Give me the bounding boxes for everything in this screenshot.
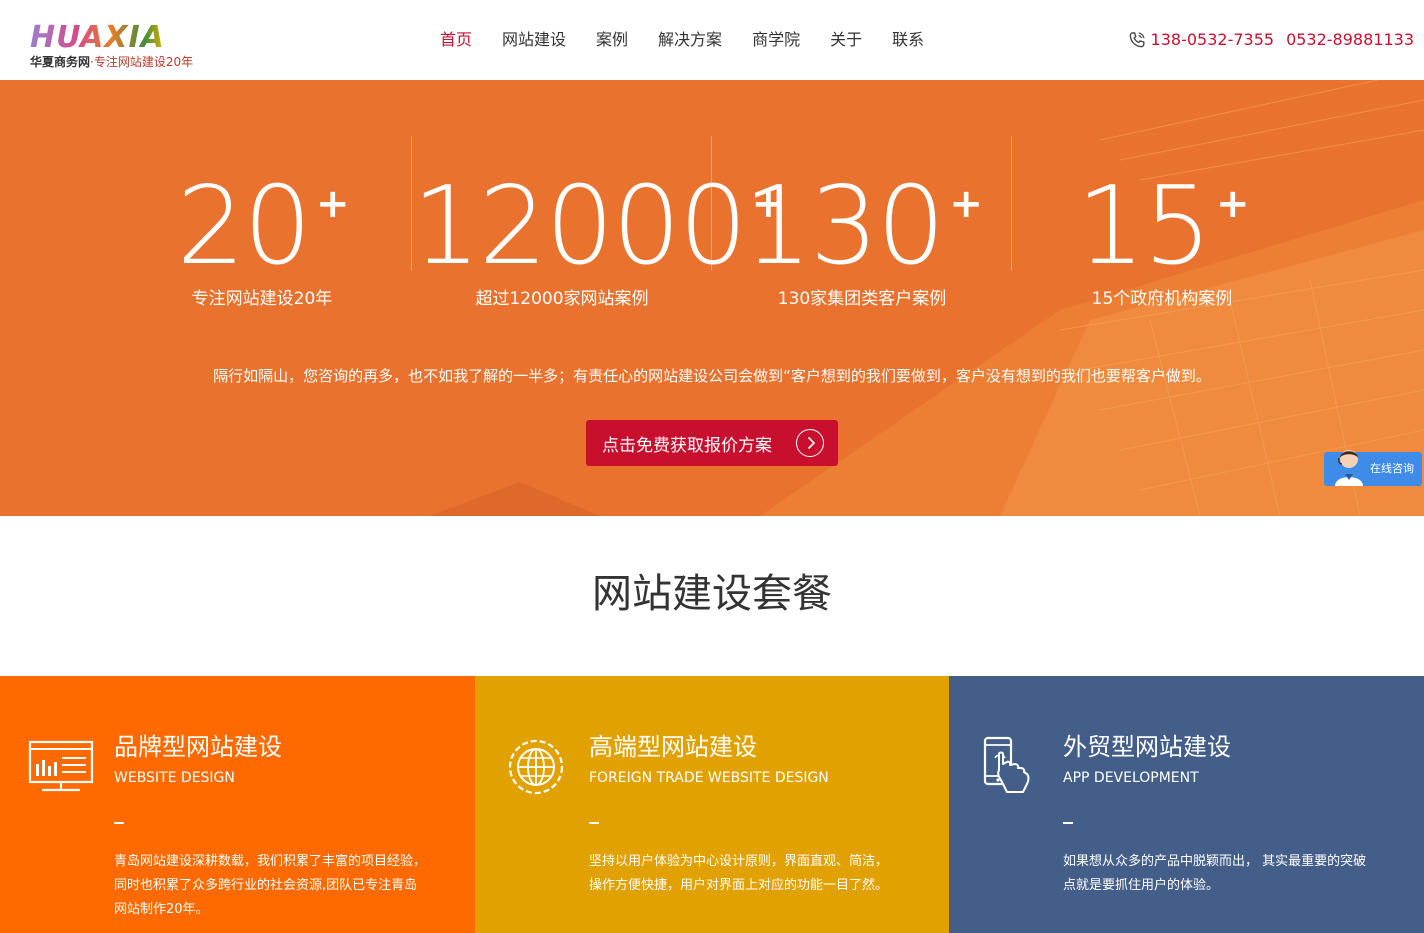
- site-header: HUAXIA 华夏商务网·专注网站建设20年 首页 网站建设 案例 解决方案 商…: [0, 0, 1424, 80]
- phone-touch-icon: [983, 736, 1030, 793]
- package-description: 如果想从众多的产品中脱颖而出， 其实最重要的突破点就是要抓住用户的体验。: [1063, 854, 1367, 893]
- contact-phones: 138-0532-7355 0532-89881133: [1127, 26, 1414, 54]
- main-nav: 首页 网站建设 案例 解决方案 商学院 关于 联系: [440, 26, 954, 54]
- stat-value: 15 +: [1076, 164, 1250, 289]
- stat-value: 130 +: [743, 164, 983, 289]
- nav-item-cases[interactable]: 案例: [596, 26, 628, 54]
- stat-cases: 12000 + 超过12000家网站案例: [412, 136, 785, 326]
- nav-item-academy[interactable]: 商学院: [752, 26, 800, 54]
- package-list: 品牌型网站建设 WEBSITE DESIGN 青岛网站建设深耕数载，我们积累了丰…: [0, 676, 1424, 933]
- stat-group-clients: 130 + 130家集团类客户案例: [712, 136, 1012, 326]
- stat-label: 15个政府机构案例: [1091, 289, 1233, 309]
- package-title: 品牌型网站建设: [114, 733, 282, 761]
- package-subtitle: WEBSITE DESIGN: [114, 770, 235, 786]
- logo[interactable]: HUAXIA 华夏商务网·专注网站建设20年: [30, 22, 210, 70]
- divider: [589, 822, 599, 824]
- stat-label: 130家集团类客户案例: [777, 289, 947, 309]
- hero-quote: 隔行如隔山，您咨询的再多，也不如我了解的一半多；有责任心的网站建设公司会做到“客…: [213, 367, 1211, 385]
- phone-icon: [1129, 32, 1145, 48]
- hero-banner: 20 + 专注网站建设20年 12000 + 超过12000家网站案例 130 + 1…: [0, 80, 1424, 516]
- section-title: 网站建设套餐: [592, 571, 832, 617]
- stat-label: 专注网站建设20年: [191, 289, 333, 309]
- package-title: 外贸型网站建设: [1063, 733, 1231, 761]
- divider: [114, 822, 124, 824]
- nav-item-contact[interactable]: 联系: [892, 26, 924, 54]
- monitor-chart-icon: [28, 740, 94, 792]
- agent-avatar-icon: [1335, 450, 1363, 486]
- stat-government-cases: 15 + 15个政府机构案例: [1012, 136, 1312, 326]
- phone-landline[interactable]: 0532-89881133: [1286, 26, 1414, 54]
- package-subtitle: APP DEVELOPMENT: [1063, 770, 1199, 786]
- online-consult-widget[interactable]: 在线咨询: [1324, 450, 1422, 486]
- globe-gear-icon: [508, 739, 564, 795]
- stat-value: 12000 +: [412, 164, 785, 289]
- stat-years: 20 + 专注网站建设20年: [112, 136, 412, 326]
- chevron-right-circle-icon: [796, 429, 824, 457]
- divider: [1063, 822, 1073, 824]
- package-card-premium[interactable]: 高端型网站建设 FOREIGN TRADE WEBSITE DESIGN 坚持以…: [475, 676, 949, 933]
- package-description: 坚持以用户体验为中心设计原则，界面直观、简洁， 操作方便快捷，用户对界面上对应的…: [589, 854, 889, 893]
- nav-item-website-building[interactable]: 网站建设: [502, 26, 566, 54]
- online-consult-label: 在线咨询: [1370, 462, 1414, 475]
- free-quote-button[interactable]: 点击免费获取报价方案: [586, 420, 838, 466]
- package-card-foreign-trade[interactable]: 外贸型网站建设 APP DEVELOPMENT 如果想从众多的产品中脱颖而出， …: [949, 676, 1424, 933]
- package-subtitle: FOREIGN TRADE WEBSITE DESIGN: [589, 770, 829, 786]
- package-title: 高端型网站建设: [589, 733, 757, 761]
- package-card-brand[interactable]: 品牌型网站建设 WEBSITE DESIGN 青岛网站建设深耕数载，我们积累了丰…: [0, 676, 475, 933]
- svg-text:HUAXIA: HUAXIA: [30, 22, 165, 50]
- nav-item-home[interactable]: 首页: [440, 26, 472, 54]
- logo-tagline: 华夏商务网·专注网站建设20年: [30, 55, 194, 69]
- logo-wordmark: HUAXIA: [30, 22, 165, 50]
- stat-label: 超过12000家网站案例: [475, 289, 649, 309]
- phone-mobile[interactable]: 138-0532-7355: [1151, 26, 1275, 54]
- package-description: 青岛网站建设深耕数载，我们积累了丰富的项目经验，同时也积累了众多跨行业的社会资源…: [114, 854, 427, 917]
- nav-item-solutions[interactable]: 解决方案: [658, 26, 722, 54]
- nav-item-about[interactable]: 关于: [830, 26, 862, 54]
- free-quote-button-label: 点击免费获取报价方案: [602, 435, 772, 456]
- stat-value: 20 +: [176, 164, 350, 289]
